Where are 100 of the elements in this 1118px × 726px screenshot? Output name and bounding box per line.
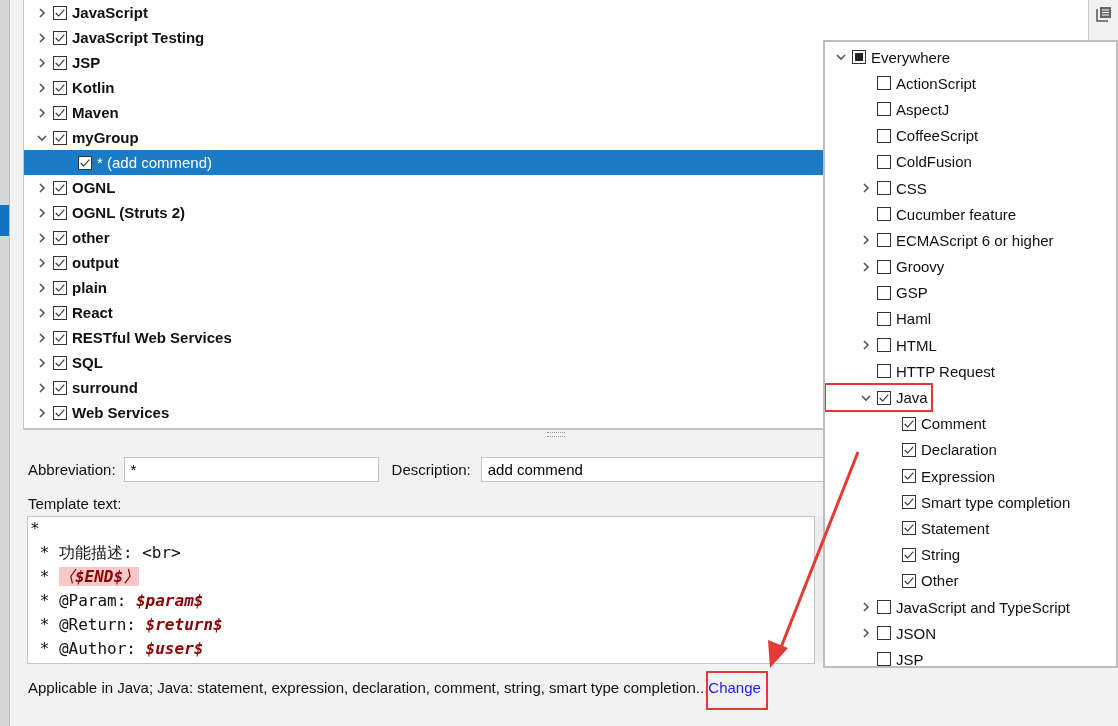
- template-label: myGroup: [72, 129, 139, 146]
- abbreviation-field[interactable]: *: [123, 457, 379, 482]
- context-row[interactable]: Statement: [825, 515, 990, 542]
- context-row[interactable]: JSON: [825, 620, 936, 647]
- checkbox[interactable]: [53, 255, 67, 270]
- context-row[interactable]: Groovy: [825, 253, 945, 280]
- context-row[interactable]: Smart type completion: [825, 489, 1071, 516]
- context-row[interactable]: ActionScript: [825, 70, 977, 97]
- checkbox[interactable]: [53, 230, 67, 245]
- checkbox[interactable]: [902, 521, 916, 536]
- chevron-right-icon[interactable]: [861, 183, 871, 194]
- template-label: RESTful Web Services: [72, 329, 232, 346]
- checkbox[interactable]: [53, 30, 67, 45]
- context-row[interactable]: CoffeeScript: [825, 122, 979, 149]
- checkbox[interactable]: [877, 626, 891, 641]
- checkbox[interactable]: [53, 380, 67, 395]
- checkbox[interactable]: [877, 181, 891, 196]
- context-row[interactable]: HTTP Request: [825, 358, 995, 385]
- checkbox[interactable]: [78, 155, 92, 170]
- chevron-right-icon[interactable]: [37, 232, 47, 243]
- context-row[interactable]: HTML: [825, 332, 937, 359]
- context-row[interactable]: Comment: [825, 410, 987, 437]
- chevron-right-icon[interactable]: [861, 602, 871, 613]
- chevron-right-icon[interactable]: [37, 282, 47, 293]
- checkbox[interactable]: [877, 338, 891, 353]
- chevron-right-icon[interactable]: [861, 261, 871, 272]
- checkbox[interactable]: [53, 80, 67, 95]
- checkbox[interactable]: [877, 390, 891, 405]
- chevron-right-icon[interactable]: [861, 628, 871, 639]
- checkbox[interactable]: [53, 355, 67, 370]
- context-row[interactable]: JSP: [825, 646, 924, 666]
- chevron-right-icon[interactable]: [37, 7, 47, 18]
- chevron-right-icon[interactable]: [37, 32, 47, 43]
- context-row[interactable]: CSS: [825, 174, 927, 202]
- chevron-right-icon[interactable]: [37, 332, 47, 343]
- checkbox[interactable]: [53, 205, 67, 220]
- chevron-down-icon[interactable]: [861, 392, 871, 403]
- chevron-right-icon[interactable]: [37, 257, 47, 268]
- checkbox[interactable]: [53, 405, 67, 420]
- checkbox[interactable]: [53, 130, 67, 145]
- checkbox[interactable]: [877, 652, 891, 666]
- context-label: CSS: [896, 179, 927, 197]
- template-group-row[interactable]: JavaScript: [24, 0, 1088, 25]
- chevron-right-icon[interactable]: [861, 235, 871, 246]
- context-label: Java: [896, 389, 928, 407]
- change-link[interactable]: Change: [708, 673, 766, 708]
- checkbox[interactable]: [877, 364, 891, 379]
- checkbox[interactable]: [877, 259, 891, 274]
- checkbox[interactable]: [877, 207, 891, 222]
- context-row[interactable]: JavaScript and TypeScript: [825, 593, 1070, 621]
- copy-icon[interactable]: [1095, 6, 1112, 22]
- context-label: Declaration: [921, 441, 997, 459]
- checkbox[interactable]: [877, 128, 891, 143]
- context-row[interactable]: Other: [825, 567, 959, 594]
- context-label: String: [921, 546, 961, 564]
- context-row[interactable]: Cucumber feature: [825, 201, 1017, 228]
- checkbox[interactable]: [53, 305, 67, 320]
- context-row[interactable]: AspectJ: [825, 96, 950, 123]
- checkbox[interactable]: [53, 180, 67, 195]
- chevron-right-icon[interactable]: [37, 407, 47, 418]
- chevron-right-icon[interactable]: [37, 82, 47, 93]
- chevron-right-icon[interactable]: [861, 340, 871, 351]
- checkbox[interactable]: [877, 600, 891, 615]
- chevron-right-icon[interactable]: [37, 207, 47, 218]
- chevron-right-icon[interactable]: [37, 357, 47, 368]
- checkbox[interactable]: [877, 285, 891, 300]
- checkbox[interactable]: [877, 311, 891, 326]
- checkbox[interactable]: [877, 154, 891, 169]
- chevron-right-icon[interactable]: [37, 57, 47, 68]
- chevron-right-icon[interactable]: [37, 382, 47, 393]
- checkbox[interactable]: [877, 76, 891, 91]
- checkbox[interactable]: [53, 55, 67, 70]
- context-row[interactable]: ColdFusion: [825, 148, 972, 175]
- context-row[interactable]: String: [825, 541, 961, 568]
- splitter-handle[interactable]: [546, 432, 565, 437]
- checkbox[interactable]: [53, 105, 67, 120]
- checkbox[interactable]: [902, 495, 916, 510]
- context-row[interactable]: GSP: [825, 279, 928, 306]
- chevron-right-icon[interactable]: [37, 107, 47, 118]
- chevron-right-icon[interactable]: [37, 182, 47, 193]
- template-editor[interactable]: * * 功能描述: <br> * 〈$END$〉 * @Param: $param$ * @Return: $return$ * @Author: $user$: [27, 516, 815, 664]
- chevron-right-icon[interactable]: [37, 307, 47, 318]
- checkbox[interactable]: [902, 547, 916, 562]
- checkbox[interactable]: [53, 280, 67, 295]
- checkbox[interactable]: [902, 442, 916, 457]
- template-label: JSP: [72, 54, 101, 71]
- checkbox[interactable]: [877, 102, 891, 117]
- checkbox[interactable]: [902, 416, 916, 431]
- context-row[interactable]: Haml: [825, 305, 931, 333]
- checkbox[interactable]: [852, 50, 866, 65]
- checkbox[interactable]: [877, 233, 891, 248]
- context-row[interactable]: ECMAScript 6 or higher: [825, 227, 1054, 254]
- checkbox[interactable]: [53, 5, 67, 20]
- checkbox[interactable]: [53, 330, 67, 345]
- context-label: JSON: [896, 624, 936, 642]
- chevron-down-icon[interactable]: [37, 132, 47, 143]
- checkbox[interactable]: [902, 573, 916, 588]
- checkbox[interactable]: [902, 469, 916, 484]
- context-row[interactable]: Java: [825, 384, 932, 411]
- chevron-down-icon[interactable]: [836, 52, 846, 63]
